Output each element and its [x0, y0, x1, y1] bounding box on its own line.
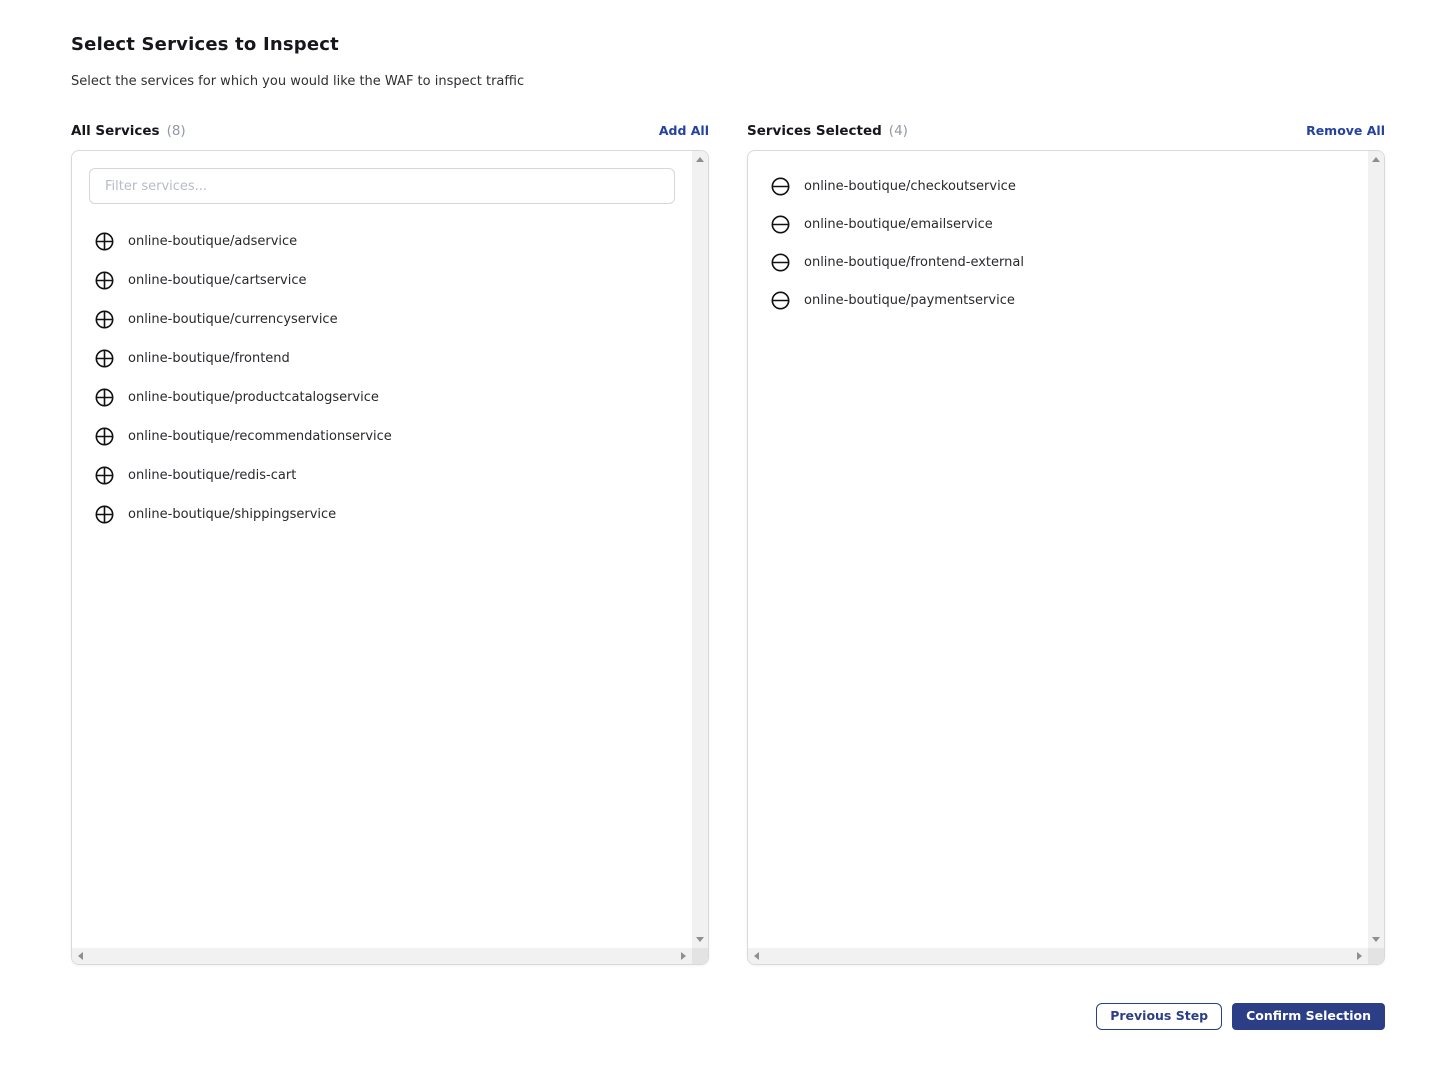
service-row[interactable]: online-boutique/adservice	[89, 230, 675, 252]
service-name: online-boutique/currencyservice	[128, 312, 338, 327]
plus-circle-icon[interactable]	[95, 271, 114, 290]
plus-circle-icon[interactable]	[95, 505, 114, 524]
service-name: online-boutique/productcatalogservice	[128, 390, 379, 405]
right-arrow-icon[interactable]	[681, 952, 686, 960]
page-title: Select Services to Inspect	[71, 34, 1385, 56]
selected-services-list: online-boutique/checkoutservice online-b…	[765, 175, 1351, 311]
minus-circle-icon[interactable]	[771, 253, 790, 272]
minus-circle-icon[interactable]	[771, 177, 790, 196]
service-row[interactable]: online-boutique/emailservice	[765, 213, 1351, 235]
service-row[interactable]: online-boutique/shippingservice	[89, 503, 675, 525]
down-arrow-icon[interactable]	[696, 937, 704, 942]
all-services-header: All Services (8) Add All	[71, 120, 709, 138]
plus-circle-icon[interactable]	[95, 349, 114, 368]
service-name: online-boutique/cartservice	[128, 273, 307, 288]
service-row[interactable]: online-boutique/redis-cart	[89, 464, 675, 486]
services-selected-column: Services Selected (4) Remove All online-b…	[747, 120, 1385, 965]
horizontal-scrollbar[interactable]	[72, 948, 692, 964]
service-row[interactable]: online-boutique/currencyservice	[89, 308, 675, 330]
filter-services-input[interactable]	[89, 168, 675, 204]
service-name: online-boutique/frontend-external	[804, 255, 1024, 270]
page-container: Select Services to Inspect Select the se…	[0, 0, 1456, 1030]
plus-circle-icon[interactable]	[95, 427, 114, 446]
service-row[interactable]: online-boutique/frontend-external	[765, 251, 1351, 273]
all-services-panel: online-boutique/adservice online-boutiqu…	[71, 150, 709, 965]
minus-circle-icon[interactable]	[771, 215, 790, 234]
all-services-column: All Services (8) Add All online-boutique/…	[71, 120, 709, 965]
dual-list-container: All Services (8) Add All online-boutique/…	[71, 120, 1385, 965]
previous-step-button[interactable]: Previous Step	[1096, 1003, 1222, 1030]
service-name: online-boutique/recommendationservice	[128, 429, 392, 444]
plus-circle-icon[interactable]	[95, 466, 114, 485]
all-services-list: online-boutique/adservice online-boutiqu…	[89, 230, 675, 525]
remove-all-link[interactable]: Remove All	[1306, 123, 1385, 138]
left-arrow-icon[interactable]	[78, 952, 83, 960]
services-selected-panel: online-boutique/checkoutservice online-b…	[747, 150, 1385, 965]
service-name: online-boutique/paymentservice	[804, 293, 1015, 308]
services-selected-count: (4)	[889, 123, 908, 139]
minus-circle-icon[interactable]	[771, 291, 790, 310]
horizontal-scrollbar[interactable]	[748, 948, 1368, 964]
down-arrow-icon[interactable]	[1372, 937, 1380, 942]
left-arrow-icon[interactable]	[754, 952, 759, 960]
all-services-heading: All Services	[71, 123, 160, 139]
all-services-count: (8)	[167, 123, 186, 139]
vertical-scrollbar[interactable]	[692, 151, 708, 948]
confirm-selection-button[interactable]: Confirm Selection	[1232, 1003, 1385, 1030]
all-services-heading-group: All Services (8)	[71, 120, 186, 139]
service-row[interactable]: online-boutique/paymentservice	[765, 289, 1351, 311]
all-services-panel-content: online-boutique/adservice online-boutiqu…	[72, 151, 692, 948]
plus-circle-icon[interactable]	[95, 310, 114, 329]
service-name: online-boutique/emailservice	[804, 217, 993, 232]
services-selected-heading-group: Services Selected (4)	[747, 120, 908, 139]
service-name: online-boutique/shippingservice	[128, 507, 336, 522]
services-selected-panel-content: online-boutique/checkoutservice online-b…	[748, 151, 1368, 948]
plus-circle-icon[interactable]	[95, 388, 114, 407]
service-name: online-boutique/redis-cart	[128, 468, 296, 483]
scrollbar-corner	[692, 948, 708, 964]
scrollbar-corner	[1368, 948, 1384, 964]
page-subtitle: Select the services for which you would …	[71, 73, 1385, 90]
plus-circle-icon[interactable]	[95, 232, 114, 251]
service-name: online-boutique/adservice	[128, 234, 297, 249]
service-row[interactable]: online-boutique/checkoutservice	[765, 175, 1351, 197]
up-arrow-icon[interactable]	[1372, 157, 1380, 162]
service-row[interactable]: online-boutique/recommendationservice	[89, 425, 675, 447]
service-name: online-boutique/frontend	[128, 351, 290, 366]
up-arrow-icon[interactable]	[696, 157, 704, 162]
service-name: online-boutique/checkoutservice	[804, 179, 1016, 194]
add-all-link[interactable]: Add All	[659, 123, 709, 138]
vertical-scrollbar[interactable]	[1368, 151, 1384, 948]
service-row[interactable]: online-boutique/productcatalogservice	[89, 386, 675, 408]
footer-actions: Previous Step Confirm Selection	[71, 1003, 1385, 1030]
service-row[interactable]: online-boutique/cartservice	[89, 269, 675, 291]
right-arrow-icon[interactable]	[1357, 952, 1362, 960]
services-selected-heading: Services Selected	[747, 123, 882, 139]
services-selected-header: Services Selected (4) Remove All	[747, 120, 1385, 138]
service-row[interactable]: online-boutique/frontend	[89, 347, 675, 369]
